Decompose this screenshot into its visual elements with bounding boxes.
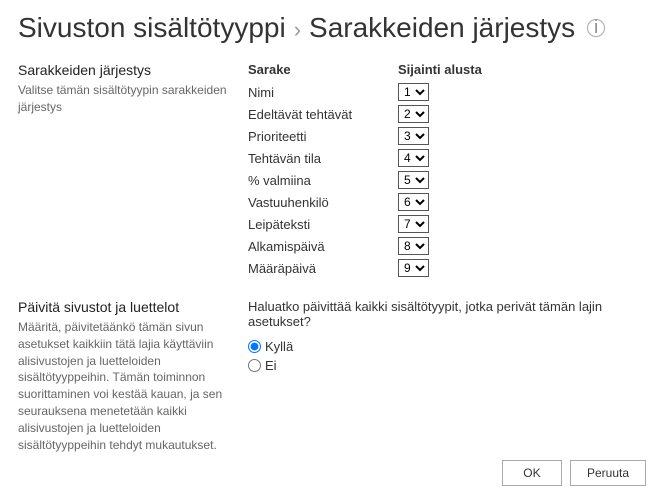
table-row: Alkamispäivä123456789 [248, 237, 646, 255]
radio-yes-label: Kyllä [265, 339, 293, 354]
ok-button[interactable]: OK [502, 460, 562, 486]
table-row: % valmiina123456789 [248, 171, 646, 189]
column-name: % valmiina [248, 173, 398, 188]
column-name: Tehtävän tila [248, 151, 398, 166]
info-icon[interactable]: i [587, 19, 605, 37]
col-header-position: Sijainti alusta [398, 62, 482, 77]
column-name: Määräpäivä [248, 261, 398, 276]
table-row: Edeltävät tehtävät123456789 [248, 105, 646, 123]
section-heading: Päivitä sivustot ja luettelot [18, 299, 228, 315]
page-title: Sarakkeiden järjestys [309, 12, 575, 44]
section-update-desc: Päivitä sivustot ja luettelot Määritä, p… [18, 299, 248, 453]
button-row: OK Peruuta [502, 460, 646, 486]
position-select[interactable]: 123456789 [398, 193, 429, 211]
position-select[interactable]: 123456789 [398, 171, 429, 189]
section-description: Määritä, päivitetäänkö tämän sivun asetu… [18, 319, 228, 453]
column-name: Prioriteetti [248, 129, 398, 144]
radio-yes-input[interactable] [248, 340, 261, 353]
table-row: Leipäteksti123456789 [248, 215, 646, 233]
column-name: Edeltävät tehtävät [248, 107, 398, 122]
page-header: Sivuston sisältötyyppi › Sarakkeiden jär… [0, 0, 664, 62]
table-row: Tehtävän tila123456789 [248, 149, 646, 167]
radio-no[interactable]: Ei [248, 358, 646, 373]
position-select[interactable]: 123456789 [398, 105, 429, 123]
section-column-order-desc: Sarakkeiden järjestys Valitse tämän sisä… [18, 62, 248, 281]
table-header: Sarake Sijainti alusta [248, 62, 646, 77]
position-select[interactable]: 123456789 [398, 259, 429, 277]
column-name: Vastuuhenkilö [248, 195, 398, 210]
column-order-table: Sarake Sijainti alusta Nimi123456789Edel… [248, 62, 646, 281]
chevron-right-icon: › [294, 17, 301, 43]
cancel-button[interactable]: Peruuta [570, 460, 646, 486]
section-description: Valitse tämän sisältötyypin sarakkeiden … [18, 82, 228, 116]
position-select[interactable]: 123456789 [398, 237, 429, 255]
radio-yes[interactable]: Kyllä [248, 339, 646, 354]
radio-no-label: Ei [265, 358, 277, 373]
position-select[interactable]: 123456789 [398, 127, 429, 145]
position-select[interactable]: 123456789 [398, 149, 429, 167]
table-row: Prioriteetti123456789 [248, 127, 646, 145]
section-heading: Sarakkeiden järjestys [18, 62, 228, 78]
update-options: Haluatko päivittää kaikki sisältötyypit,… [248, 299, 646, 453]
col-header-name: Sarake [248, 62, 398, 77]
section-column-order: Sarakkeiden järjestys Valitse tämän sisä… [0, 62, 664, 281]
position-select[interactable]: 123456789 [398, 83, 429, 101]
position-select[interactable]: 123456789 [398, 215, 429, 233]
radio-no-input[interactable] [248, 359, 261, 372]
column-name: Leipäteksti [248, 217, 398, 232]
table-row: Määräpäivä123456789 [248, 259, 646, 277]
breadcrumb-root[interactable]: Sivuston sisältötyyppi [18, 12, 286, 44]
update-question: Haluatko päivittää kaikki sisältötyypit,… [248, 299, 646, 329]
column-name: Alkamispäivä [248, 239, 398, 254]
table-row: Vastuuhenkilö123456789 [248, 193, 646, 211]
table-row: Nimi123456789 [248, 83, 646, 101]
section-update-sites: Päivitä sivustot ja luettelot Määritä, p… [0, 299, 664, 453]
column-name: Nimi [248, 85, 398, 100]
